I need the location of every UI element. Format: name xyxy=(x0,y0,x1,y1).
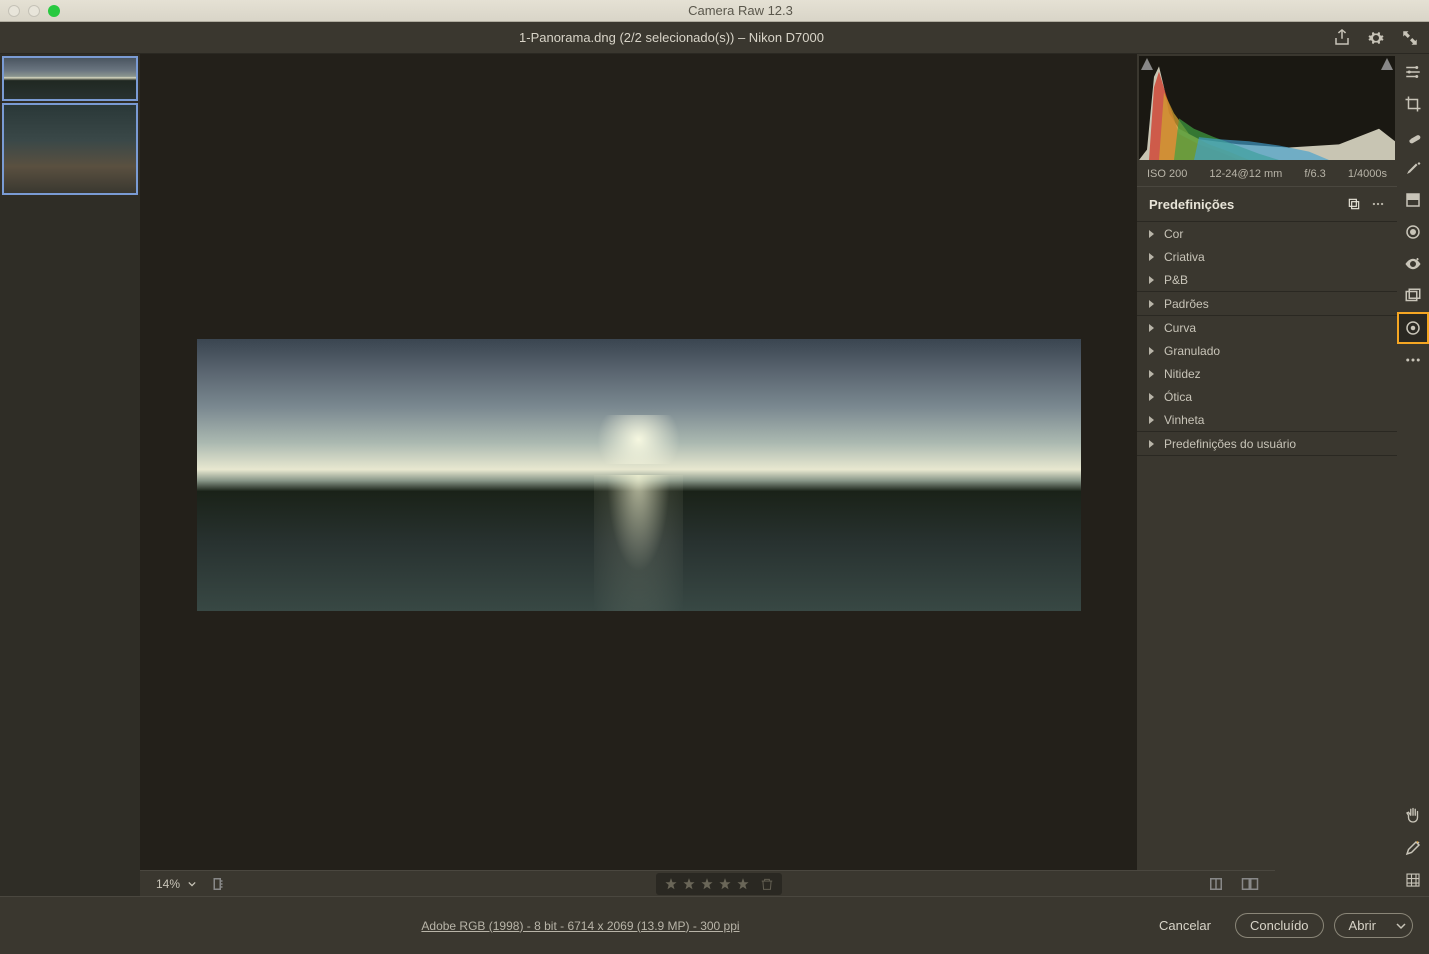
highlight-clip-icon[interactable] xyxy=(1381,58,1393,70)
open-dropdown[interactable] xyxy=(1390,913,1413,938)
exif-bar: ISO 200 12-24@12 mm f/6.3 1/4000s xyxy=(1137,162,1397,186)
minimize-window[interactable] xyxy=(28,5,40,17)
star-5[interactable] xyxy=(736,877,750,891)
tool-rail xyxy=(1397,54,1429,896)
preview-image xyxy=(197,339,1081,611)
rating-area xyxy=(238,873,1199,895)
chevron-right-icon xyxy=(1149,393,1154,401)
chevron-right-icon xyxy=(1149,370,1154,378)
chevron-down-icon xyxy=(188,880,196,888)
preset-cor[interactable]: Cor xyxy=(1137,222,1397,245)
preset-group-1: Cor Criativa P&B xyxy=(1137,222,1397,292)
header-actions xyxy=(1333,29,1419,47)
panel-title: Predefinições xyxy=(1149,197,1337,212)
titlebar: Camera Raw 12.3 xyxy=(0,0,1429,22)
preset-padroes[interactable]: Padrões xyxy=(1137,292,1397,315)
header-bar: 1-Panorama.dng (2/2 selecionado(s)) – Ni… xyxy=(0,22,1429,54)
histogram-chart xyxy=(1139,56,1395,160)
exif-iso: ISO 200 xyxy=(1147,168,1187,180)
zoom-level: 14% xyxy=(156,877,180,891)
cancel-button[interactable]: Cancelar xyxy=(1145,914,1225,937)
chevron-right-icon xyxy=(1149,416,1154,424)
footer-buttons: Cancelar Concluído Abrir xyxy=(1145,913,1413,938)
done-button[interactable]: Concluído xyxy=(1235,913,1324,938)
share-icon[interactable] xyxy=(1333,29,1351,47)
gear-icon[interactable] xyxy=(1367,29,1385,47)
chevron-right-icon xyxy=(1149,230,1154,238)
traffic-lights xyxy=(8,5,60,17)
preset-pb[interactable]: P&B xyxy=(1137,268,1397,291)
radial-filter-tool[interactable] xyxy=(1397,216,1429,248)
adjustment-brush-tool[interactable] xyxy=(1397,152,1429,184)
shadow-clip-icon[interactable] xyxy=(1141,58,1153,70)
star-2[interactable] xyxy=(682,877,696,891)
panel-header: Predefinições xyxy=(1137,186,1397,222)
exif-lens: 12-24@12 mm xyxy=(1209,168,1282,180)
preset-granulado[interactable]: Granulado xyxy=(1137,339,1397,362)
workflow-link[interactable]: Adobe RGB (1998) - 8 bit - 6714 x 2069 (… xyxy=(16,919,1145,933)
thumbnail-2[interactable] xyxy=(2,103,138,195)
chevron-right-icon xyxy=(1149,276,1154,284)
thumbnail-1[interactable] xyxy=(2,56,138,101)
histogram[interactable] xyxy=(1139,56,1395,160)
trash-icon[interactable] xyxy=(760,877,774,891)
zoom-control[interactable]: 14% xyxy=(148,877,204,891)
preset-user[interactable]: Predefinições do usuário xyxy=(1137,432,1397,455)
healing-tool[interactable] xyxy=(1397,120,1429,152)
fit-icon[interactable] xyxy=(212,875,230,893)
preset-vinheta[interactable]: Vinheta xyxy=(1137,408,1397,431)
preset-group-4: Predefinições do usuário xyxy=(1137,432,1397,456)
exif-shutter: 1/4000s xyxy=(1348,168,1387,180)
snapshots-tool[interactable] xyxy=(1397,280,1429,312)
chevron-right-icon xyxy=(1149,347,1154,355)
chevron-right-icon xyxy=(1149,324,1154,332)
footer: Adobe RGB (1998) - 8 bit - 6714 x 2069 (… xyxy=(0,896,1429,954)
open-button[interactable]: Abrir xyxy=(1334,913,1390,938)
graduated-filter-tool[interactable] xyxy=(1397,184,1429,216)
exif-aperture: f/6.3 xyxy=(1304,168,1325,180)
preset-curva[interactable]: Curva xyxy=(1137,316,1397,339)
more-tools[interactable] xyxy=(1397,344,1429,376)
chevron-right-icon xyxy=(1149,440,1154,448)
star-4[interactable] xyxy=(718,877,732,891)
before-after-single-icon[interactable] xyxy=(1207,875,1225,893)
chevron-down-icon xyxy=(1396,921,1406,931)
bottom-toolbar: 14% xyxy=(140,870,1275,896)
preset-group-2: Padrões xyxy=(1137,292,1397,316)
preset-group-3: Curva Granulado Nitidez Ótica Vinheta xyxy=(1137,316,1397,432)
close-window[interactable] xyxy=(8,5,20,17)
preset-nitidez[interactable]: Nitidez xyxy=(1137,362,1397,385)
main-body: ISO 200 12-24@12 mm f/6.3 1/4000s Predef… xyxy=(0,54,1429,896)
filmstrip xyxy=(0,54,140,896)
star-rating xyxy=(656,873,782,895)
grid-tool[interactable] xyxy=(1397,864,1429,896)
before-after-split-icon[interactable] xyxy=(1241,875,1259,893)
preset-otica[interactable]: Ótica xyxy=(1137,385,1397,408)
star-3[interactable] xyxy=(700,877,714,891)
fullscreen-icon[interactable] xyxy=(1401,29,1419,47)
star-1[interactable] xyxy=(664,877,678,891)
copy-settings-icon[interactable] xyxy=(1347,197,1361,211)
maximize-window[interactable] xyxy=(48,5,60,17)
file-info: 1-Panorama.dng (2/2 selecionado(s)) – Ni… xyxy=(10,30,1333,45)
more-icon[interactable] xyxy=(1371,197,1385,211)
preview-canvas[interactable] xyxy=(140,54,1137,896)
edit-tool[interactable] xyxy=(1397,56,1429,88)
window-title: Camera Raw 12.3 xyxy=(60,3,1421,18)
color-sampler-tool[interactable] xyxy=(1397,832,1429,864)
redeye-tool[interactable] xyxy=(1397,248,1429,280)
preset-list: Cor Criativa P&B Padrões Curva Granulado… xyxy=(1137,222,1397,896)
chevron-right-icon xyxy=(1149,253,1154,261)
presets-tool[interactable] xyxy=(1397,312,1429,344)
crop-tool[interactable] xyxy=(1397,88,1429,120)
right-panel: ISO 200 12-24@12 mm f/6.3 1/4000s Predef… xyxy=(1137,54,1397,896)
open-button-group: Abrir xyxy=(1334,913,1413,938)
chevron-right-icon xyxy=(1149,300,1154,308)
preset-criativa[interactable]: Criativa xyxy=(1137,245,1397,268)
hand-tool[interactable] xyxy=(1397,800,1429,832)
